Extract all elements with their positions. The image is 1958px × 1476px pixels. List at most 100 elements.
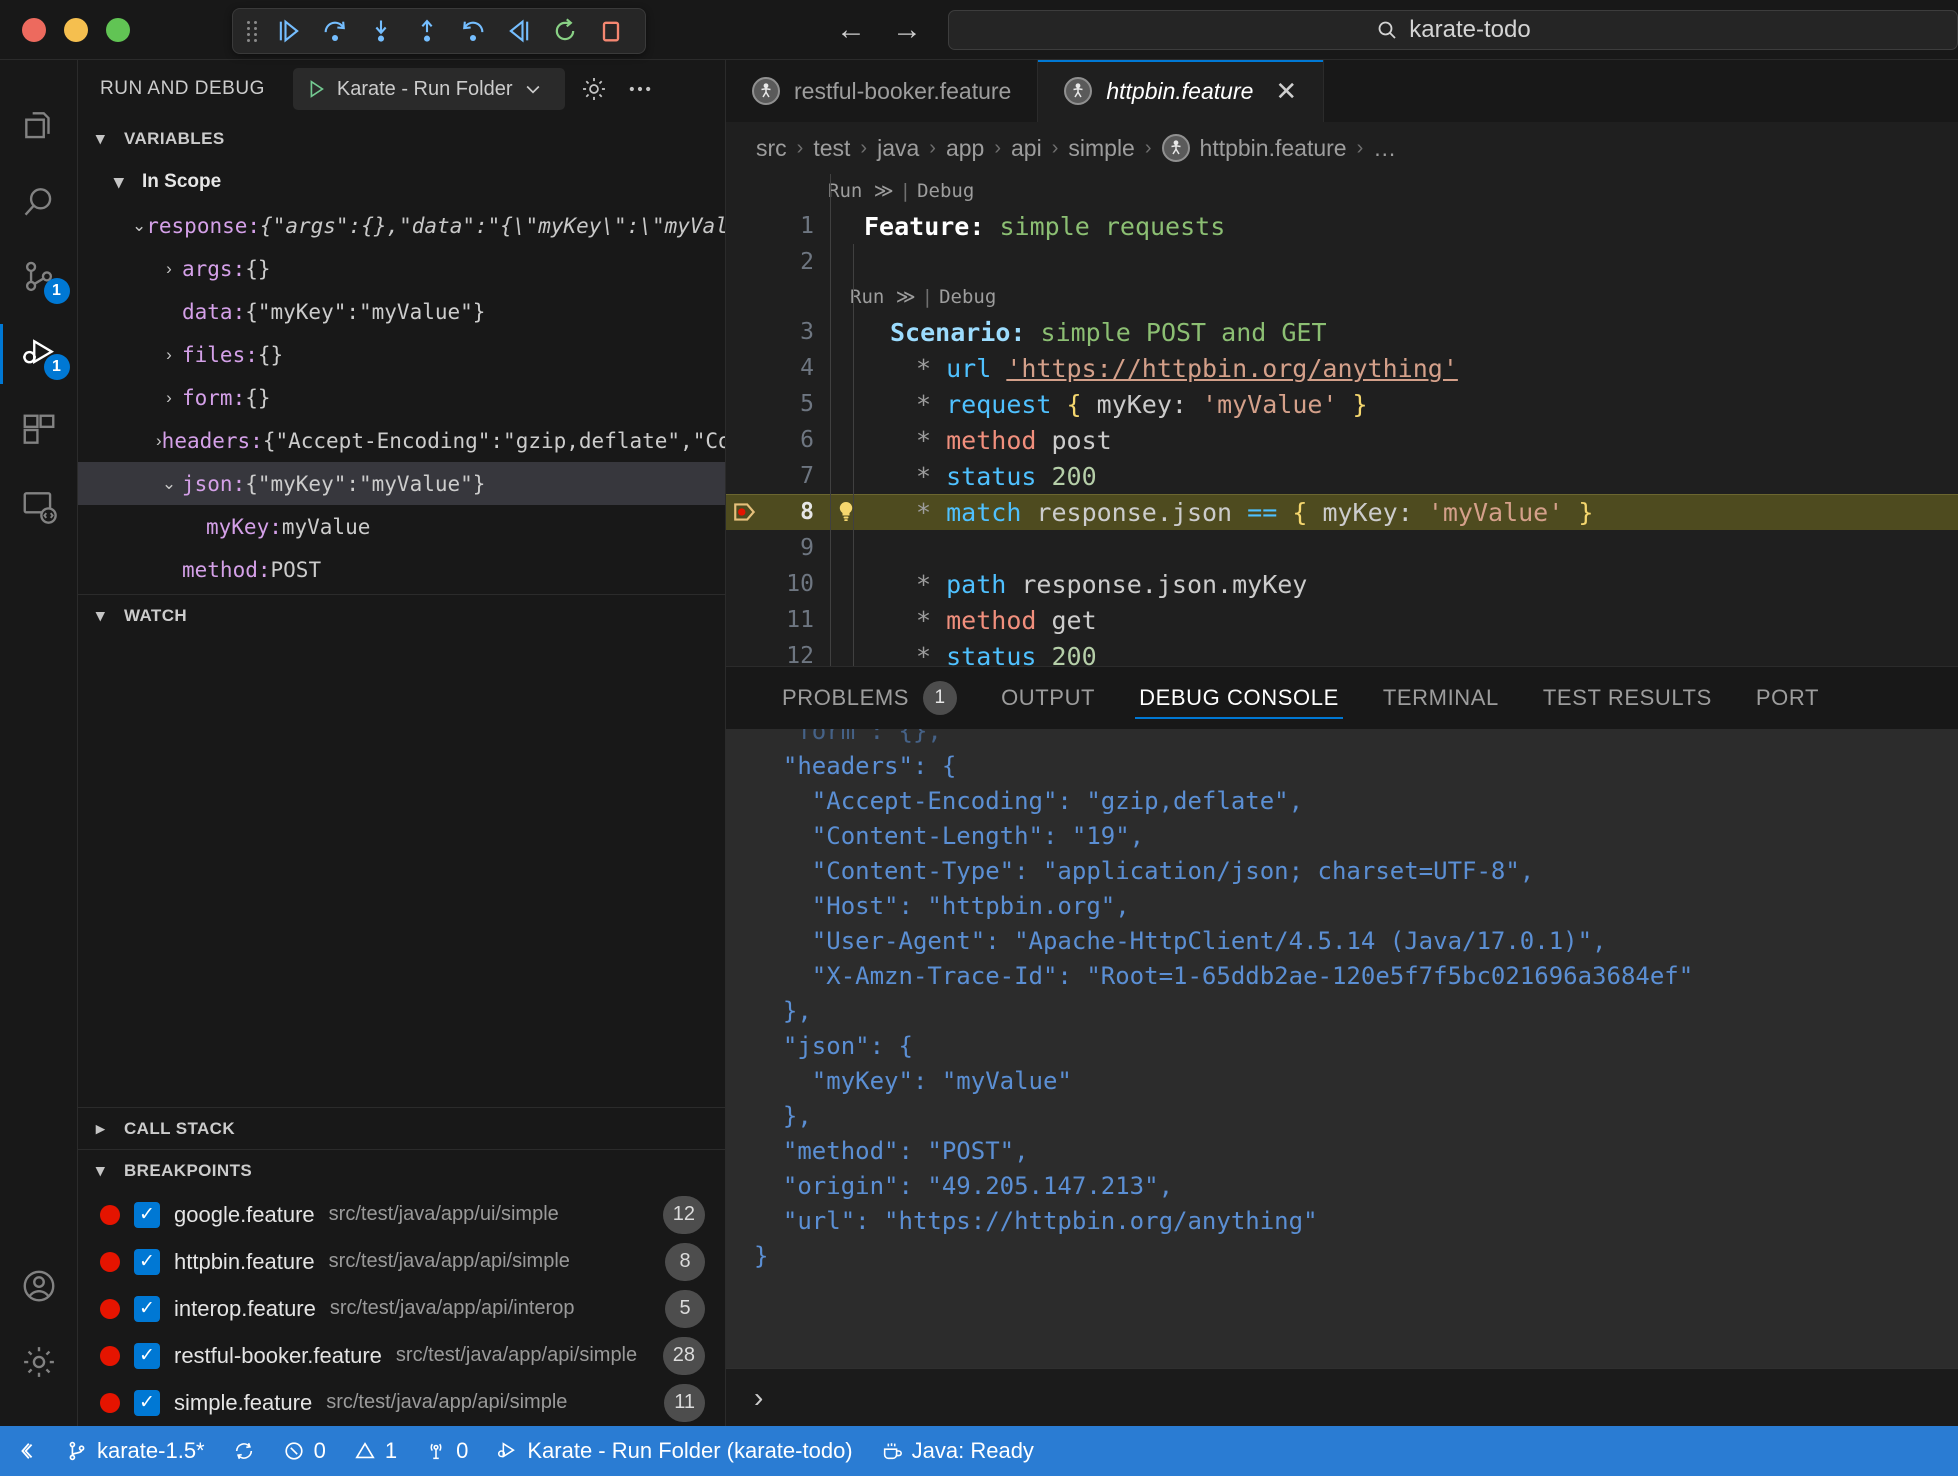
variable-row[interactable]: ⌄json: {"myKey":"myValue"} [78, 462, 725, 505]
panel-tab[interactable]: TERMINAL [1361, 667, 1521, 729]
activity-item-extensions[interactable] [0, 392, 78, 468]
minimize-window-button[interactable] [64, 18, 88, 42]
stop-button[interactable] [591, 14, 631, 48]
panel-tab[interactable]: DEBUG CONSOLE [1117, 667, 1361, 729]
activity-item-settings[interactable] [0, 1324, 78, 1400]
code-line[interactable]: 3Scenario: simple POST and GET [726, 314, 1958, 350]
panel-tab[interactable]: PORT [1734, 667, 1841, 729]
variable-row[interactable]: data: {"myKey":"myValue"} [78, 290, 725, 333]
code-lens-debug[interactable]: Debug [939, 286, 996, 308]
code-line[interactable]: 4* url 'https://httpbin.org/anything' [726, 350, 1958, 386]
breakpoint-checkbox[interactable]: ✓ [134, 1343, 160, 1369]
code-line[interactable]: 9 [726, 530, 1958, 566]
code-line[interactable]: 7* status 200 [726, 458, 1958, 494]
breadcrumb-item[interactable]: httpbin.feature [1200, 135, 1347, 162]
more-actions-button[interactable] [623, 72, 657, 106]
code-line[interactable]: 2 [726, 244, 1958, 280]
section-header-watch[interactable]: ▾ WATCH [78, 594, 725, 636]
breakpoint-checkbox[interactable]: ✓ [134, 1202, 160, 1228]
breadcrumb-item[interactable]: … [1373, 135, 1396, 162]
variable-row[interactable]: method: POST [78, 548, 725, 591]
variable-row[interactable]: ›form: {} [78, 376, 725, 419]
activity-item-run-and-debug[interactable]: 1 [0, 316, 78, 392]
code-lens-run[interactable]: Run ≫ [850, 286, 916, 308]
code-line[interactable]: 1Feature: simple requests [726, 208, 1958, 244]
code-line[interactable]: 8* match response.json == { myKey: 'myVa… [726, 494, 1958, 530]
quick-open-bar[interactable]: karate-todo [948, 10, 1958, 50]
variable-row[interactable]: ⌄response: {"args":{},"data":"{\"myKey\"… [78, 204, 725, 247]
close-icon[interactable]: ✕ [1275, 78, 1297, 104]
section-header-breakpoints[interactable]: ▾ BREAKPOINTS [78, 1149, 725, 1191]
close-window-button[interactable] [22, 18, 46, 42]
drag-handle-icon[interactable] [247, 20, 257, 42]
breakpoint-checkbox[interactable]: ✓ [134, 1390, 160, 1416]
breadcrumb-item[interactable]: api [1011, 135, 1042, 162]
breakpoint-checkbox[interactable]: ✓ [134, 1296, 160, 1322]
breakpoint-row[interactable]: ✓interop.featuresrc/test/java/app/api/in… [78, 1285, 725, 1332]
scope-row-in-scope[interactable]: ▾ In Scope [78, 160, 725, 204]
step-over-button[interactable] [315, 14, 355, 48]
code-editor[interactable]: Run ≫|Debug1Feature: simple requests2Run… [726, 174, 1958, 666]
breakpoint-row[interactable]: ✓httpbin.featuresrc/test/java/app/api/si… [78, 1238, 725, 1285]
editor-tab[interactable]: httpbin.feature✕ [1038, 60, 1324, 122]
variable-row[interactable]: ›files: {} [78, 333, 725, 376]
status-item-remote-indicator[interactable] [0, 1426, 52, 1476]
breadcrumb-item[interactable]: java [877, 135, 919, 162]
reverse-continue-button[interactable] [499, 14, 539, 48]
restart-button[interactable] [545, 14, 585, 48]
chevron-right-icon[interactable]: › [156, 345, 182, 365]
code-line[interactable]: 10* path response.json.myKey [726, 566, 1958, 602]
activity-item-search[interactable] [0, 164, 78, 240]
variable-row[interactable]: ›args: {} [78, 247, 725, 290]
breadcrumb-item[interactable]: src [756, 135, 787, 162]
panel-tab[interactable]: OUTPUT [979, 667, 1117, 729]
variable-row[interactable]: origin: 49.205.147.213 [78, 591, 725, 594]
breakpoint-row[interactable]: ✓google.featuresrc/test/java/app/ui/simp… [78, 1191, 725, 1238]
chevron-down-icon[interactable]: ⌄ [156, 474, 182, 494]
code-lens-run[interactable]: Run ≫ [828, 180, 894, 202]
chevron-down-icon[interactable]: ⌄ [132, 216, 146, 236]
launch-config-dropdown[interactable]: Karate - Run Folder [293, 68, 565, 110]
section-header-variables[interactable]: ▾ VARIABLES [78, 118, 725, 160]
debug-console-output[interactable]: "form": {}, "headers": { "Accept-Encodin… [726, 729, 1958, 1368]
status-item-ports[interactable]: 0 [411, 1426, 482, 1476]
activity-item-explorer[interactable] [0, 88, 78, 164]
status-item-debug-session[interactable]: Karate - Run Folder (karate-todo) [482, 1426, 866, 1476]
chevron-right-icon[interactable]: › [156, 259, 182, 279]
status-item-branch[interactable]: karate-1.5* [52, 1426, 219, 1476]
breakpoint-checkbox[interactable]: ✓ [134, 1249, 160, 1275]
step-back-button[interactable] [453, 14, 493, 48]
breakpoint-marker[interactable] [726, 499, 764, 525]
status-item-warnings[interactable]: 1 [340, 1426, 411, 1476]
variables-tree[interactable]: ▾ In Scope ⌄response: {"args":{},"data":… [78, 160, 725, 594]
status-item-java-status[interactable]: Java: Ready [867, 1426, 1048, 1476]
activity-item-remote-explorer[interactable] [0, 468, 78, 544]
code-line[interactable]: 6* method post [726, 422, 1958, 458]
section-header-call-stack[interactable]: ▸ CALL STACK [78, 1107, 725, 1149]
go-forward-icon[interactable]: → [892, 15, 922, 45]
lightbulb-icon[interactable] [828, 500, 864, 524]
step-out-button[interactable] [407, 14, 447, 48]
open-launch-json-button[interactable] [577, 72, 611, 106]
breadcrumb-item[interactable]: test [813, 135, 850, 162]
panel-tab[interactable]: TEST RESULTS [1521, 667, 1734, 729]
status-item-errors[interactable]: 0 [269, 1426, 340, 1476]
breadcrumb-item[interactable]: app [946, 135, 984, 162]
code-line[interactable]: 11* method get [726, 602, 1958, 638]
continue-button[interactable] [269, 14, 309, 48]
code-line[interactable]: 12* status 200 [726, 638, 1958, 666]
chevron-right-icon[interactable]: › [156, 388, 182, 408]
breadcrumb-item[interactable]: simple [1068, 135, 1134, 162]
maximize-window-button[interactable] [106, 18, 130, 42]
activity-item-accounts[interactable] [0, 1248, 78, 1324]
breakpoint-row[interactable]: ✓restful-booker.featuresrc/test/java/app… [78, 1332, 725, 1379]
variable-row[interactable]: ›headers: {"Accept-Encoding":"gzip,defla… [78, 419, 725, 462]
debug-console-input[interactable]: › [726, 1368, 1958, 1426]
activity-item-source-control[interactable]: 1 [0, 240, 78, 316]
go-back-icon[interactable]: ← [836, 15, 866, 45]
panel-tab[interactable]: PROBLEMS1 [760, 667, 979, 729]
step-into-button[interactable] [361, 14, 401, 48]
editor-tab[interactable]: restful-booker.feature [726, 60, 1038, 122]
status-item-sync[interactable] [219, 1426, 269, 1476]
watch-list[interactable] [78, 636, 725, 1107]
